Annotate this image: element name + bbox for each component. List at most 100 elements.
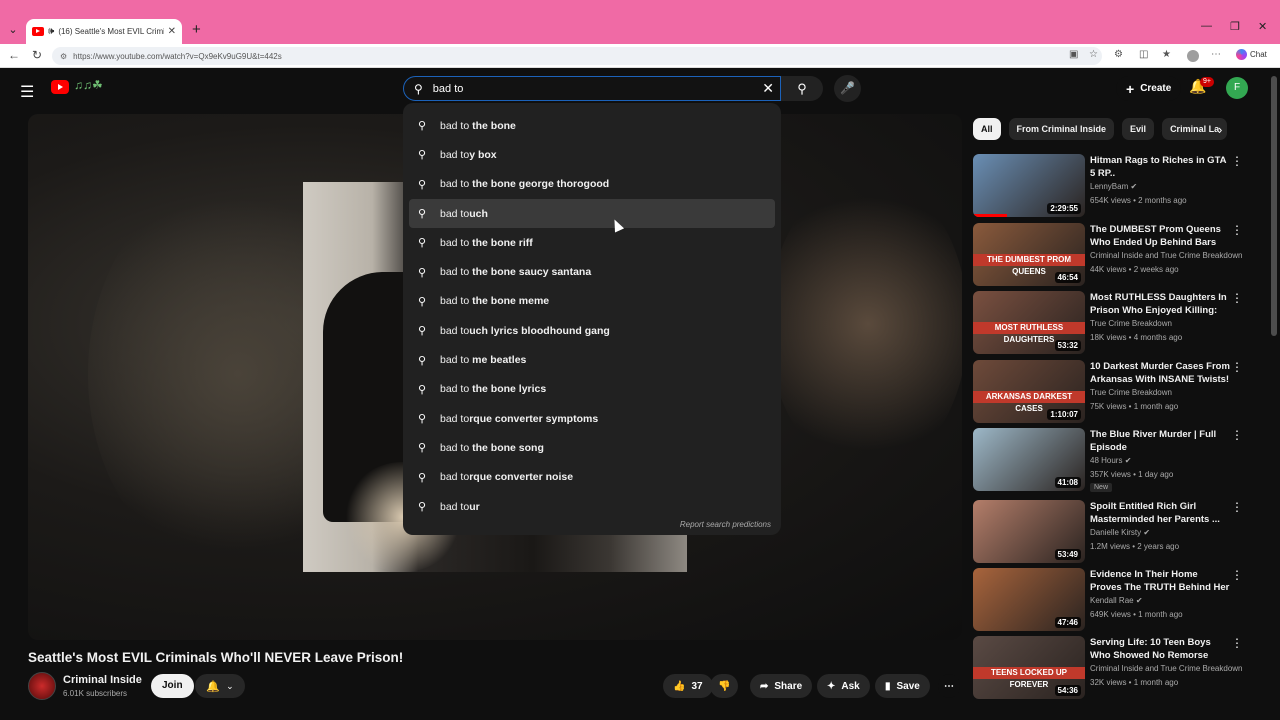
video-title[interactable]: The Blue River Murder | Full Episode bbox=[1090, 428, 1230, 454]
channel-name[interactable]: Danielle Kirsty ✔ bbox=[1090, 528, 1150, 537]
tab-list-button[interactable]: ⌄ bbox=[4, 22, 22, 38]
join-button[interactable]: Join bbox=[151, 674, 194, 698]
suggestion-item[interactable]: ⚲ bad to the bone bbox=[403, 111, 781, 140]
suggestion-item[interactable]: ⚲ bad to the bone riff bbox=[403, 228, 781, 257]
suggestion-item[interactable]: ⚲ bad touch lyrics bloodhound gang bbox=[403, 316, 781, 345]
logo-doodle-icon[interactable]: ♫♫☘ bbox=[74, 78, 103, 92]
more-actions-button[interactable]: ⋯ bbox=[938, 674, 960, 698]
video-thumbnail[interactable]: 2:29:55 bbox=[973, 154, 1085, 217]
suggestion-item[interactable]: ⚲ bad to the bone meme bbox=[403, 287, 781, 316]
channel-name[interactable]: True Crime Breakdown bbox=[1090, 388, 1172, 397]
video-thumbnail[interactable]: MOST RUTHLESS DAUGHTERS 53:32 bbox=[973, 291, 1085, 354]
recommended-video[interactable]: 2:29:55 Hitman Rags to Riches in GTA 5 RP… bbox=[973, 154, 1253, 218]
search-box[interactable]: ⚲ ✕ bbox=[403, 76, 781, 101]
more-vertical-icon[interactable]: ⋮ bbox=[1231, 291, 1243, 305]
recommended-video[interactable]: TEENS LOCKED UP FOREVER 54:36 Serving Life… bbox=[973, 636, 1253, 700]
filter-chip[interactable]: From Criminal Inside bbox=[1008, 118, 1115, 140]
more-vertical-icon[interactable]: ⋮ bbox=[1231, 360, 1243, 374]
favorites-icon[interactable]: ★ bbox=[1162, 49, 1171, 60]
suggestion-item[interactable]: ⚲ bad to the bone song bbox=[403, 433, 781, 462]
more-menu-icon[interactable]: ⋯ bbox=[1211, 49, 1221, 60]
video-title[interactable]: 10 Darkest Murder Cases From Arkansas Wi… bbox=[1090, 360, 1230, 386]
channel-name[interactable]: 48 Hours ✔ bbox=[1090, 456, 1131, 465]
maximize-icon[interactable]: ❐ bbox=[1230, 20, 1240, 33]
suggestion-item[interactable]: ⚲ bad to the bone saucy santana bbox=[403, 257, 781, 286]
like-button[interactable]: 👍 37 bbox=[663, 674, 713, 698]
minimize-icon[interactable]: — bbox=[1201, 20, 1212, 32]
bookmark-star-icon[interactable]: ☆ bbox=[1089, 49, 1098, 60]
subscription-bell-button[interactable]: 🔔 ⌄ bbox=[195, 674, 245, 698]
video-title[interactable]: Most RUTHLESS Daughters In Prison Who En… bbox=[1090, 291, 1230, 317]
video-thumbnail[interactable]: 53:49 bbox=[973, 500, 1085, 563]
channel-name[interactable]: Criminal Inside bbox=[63, 674, 142, 686]
video-title[interactable]: Hitman Rags to Riches in GTA 5 RP.. bbox=[1090, 154, 1230, 180]
video-thumbnail[interactable]: 41:08 bbox=[973, 428, 1085, 491]
more-vertical-icon[interactable]: ⋮ bbox=[1231, 636, 1243, 650]
suggestion-item[interactable]: ⚲ bad torque converter symptoms bbox=[403, 404, 781, 433]
user-avatar[interactable]: F bbox=[1226, 77, 1248, 99]
page-scrollbar[interactable] bbox=[1268, 68, 1280, 720]
chat-button[interactable]: Chat bbox=[1236, 49, 1267, 60]
more-vertical-icon[interactable]: ⋮ bbox=[1231, 500, 1243, 514]
video-thumbnail[interactable]: ARKANSAS DARKEST CASES 1:10:07 bbox=[973, 360, 1085, 423]
scrollbar-thumb[interactable] bbox=[1271, 76, 1277, 336]
youtube-logo-icon[interactable] bbox=[51, 80, 69, 94]
profile-icon[interactable] bbox=[1187, 50, 1199, 62]
more-vertical-icon[interactable]: ⋮ bbox=[1231, 568, 1243, 582]
suggestion-item[interactable]: ⚲ bad to the bone lyrics bbox=[403, 375, 781, 404]
channel-name[interactable]: LennyBam ✔ bbox=[1090, 182, 1137, 191]
channel-name[interactable]: True Crime Breakdown bbox=[1090, 319, 1172, 328]
search-button[interactable]: ⚲ bbox=[781, 76, 823, 101]
new-tab-icon[interactable]: + bbox=[192, 21, 201, 38]
more-vertical-icon[interactable]: ⋮ bbox=[1231, 154, 1243, 168]
recommended-video[interactable]: 53:49 Spoilt Entitled Rich Girl Mastermin… bbox=[973, 500, 1253, 564]
filter-chip[interactable]: All bbox=[973, 118, 1001, 140]
close-tab-icon[interactable]: ✕ bbox=[168, 26, 176, 37]
recommended-video[interactable]: MOST RUTHLESS DAUGHTERS 53:32 Most RUTHLES… bbox=[973, 291, 1253, 355]
dislike-button[interactable]: 👎 bbox=[710, 674, 739, 698]
channel-name[interactable]: Criminal Inside and True Crime Breakdown bbox=[1090, 251, 1243, 260]
recommended-video[interactable]: ARKANSAS DARKEST CASES 1:10:07 10 Darkest … bbox=[973, 360, 1253, 424]
more-vertical-icon[interactable]: ⋮ bbox=[1231, 428, 1243, 442]
share-button[interactable]: ➦ Share bbox=[750, 674, 813, 698]
clear-search-icon[interactable]: ✕ bbox=[762, 80, 774, 97]
back-icon[interactable]: ← bbox=[8, 48, 20, 62]
video-thumbnail[interactable]: TEENS LOCKED UP FOREVER 54:36 bbox=[973, 636, 1085, 699]
save-button[interactable]: ▮ Save bbox=[875, 674, 930, 698]
more-vertical-icon[interactable]: ⋮ bbox=[1231, 223, 1243, 237]
suggestion-item[interactable]: ⚲ bad toy box bbox=[403, 140, 781, 169]
search-input[interactable] bbox=[432, 82, 733, 95]
extensions-icon[interactable]: ⚙ bbox=[1114, 49, 1123, 60]
split-view-icon[interactable]: ◫ bbox=[1139, 49, 1148, 60]
suggestion-item[interactable]: ⚲ bad to the bone george thorogood bbox=[403, 170, 781, 199]
site-info-icon[interactable]: ⚙ bbox=[60, 52, 67, 61]
suggestion-item[interactable]: ⚲ bad torque converter noise bbox=[403, 463, 781, 492]
suggestion-item[interactable]: ⚲ bad touch bbox=[409, 198, 775, 229]
recommended-video[interactable]: 41:08 The Blue River Murder | Full Episod… bbox=[973, 428, 1253, 492]
report-predictions-link[interactable]: Report search predictions bbox=[680, 520, 771, 529]
install-app-icon[interactable]: ▣ bbox=[1069, 49, 1078, 60]
video-title[interactable]: The DUMBEST Prom Queens Who Ended Up Beh… bbox=[1090, 223, 1230, 249]
ask-button[interactable]: ✦ Ask bbox=[817, 674, 870, 698]
suggestion-item[interactable]: ⚲ bad tour bbox=[403, 492, 781, 521]
channel-name[interactable]: Kendall Rae ✔ bbox=[1090, 596, 1143, 605]
filter-chip[interactable]: Evil bbox=[1122, 118, 1155, 140]
chevron-right-icon[interactable]: › bbox=[1218, 122, 1222, 137]
url-text[interactable]: https://www.youtube.com/watch?v=Qx9eKv9u… bbox=[73, 52, 282, 61]
video-thumbnail[interactable]: 47:46 bbox=[973, 568, 1085, 631]
channel-avatar[interactable] bbox=[28, 672, 56, 700]
omnibox[interactable]: ⚙ https://www.youtube.com/watch?v=Qx9eKv… bbox=[52, 47, 1102, 65]
close-window-icon[interactable]: ✕ bbox=[1258, 20, 1267, 33]
recommended-video[interactable]: THE DUMBEST PROM QUEENS 46:54 The DUMBEST … bbox=[973, 223, 1253, 287]
channel-name[interactable]: Criminal Inside and True Crime Breakdown bbox=[1090, 664, 1243, 673]
hamburger-menu-icon[interactable]: ☰ bbox=[20, 82, 34, 102]
recommended-video[interactable]: 47:46 Evidence In Their Home Proves The T… bbox=[973, 568, 1253, 632]
video-thumbnail[interactable]: THE DUMBEST PROM QUEENS 46:54 bbox=[973, 223, 1085, 286]
reload-icon[interactable]: ↻ bbox=[32, 48, 42, 62]
speaker-icon[interactable]: 🕪 bbox=[48, 26, 54, 37]
video-title[interactable]: Serving Life: 10 Teen Boys Who Showed No… bbox=[1090, 636, 1230, 662]
create-button[interactable]: + Create bbox=[1116, 76, 1182, 101]
video-title[interactable]: Evidence In Their Home Proves The TRUTH … bbox=[1090, 568, 1230, 594]
video-title[interactable]: Spoilt Entitled Rich Girl Masterminded h… bbox=[1090, 500, 1230, 526]
browser-tab[interactable]: 🕪 (16) Seattle's Most EVIL Criminals ✕ bbox=[26, 19, 182, 44]
